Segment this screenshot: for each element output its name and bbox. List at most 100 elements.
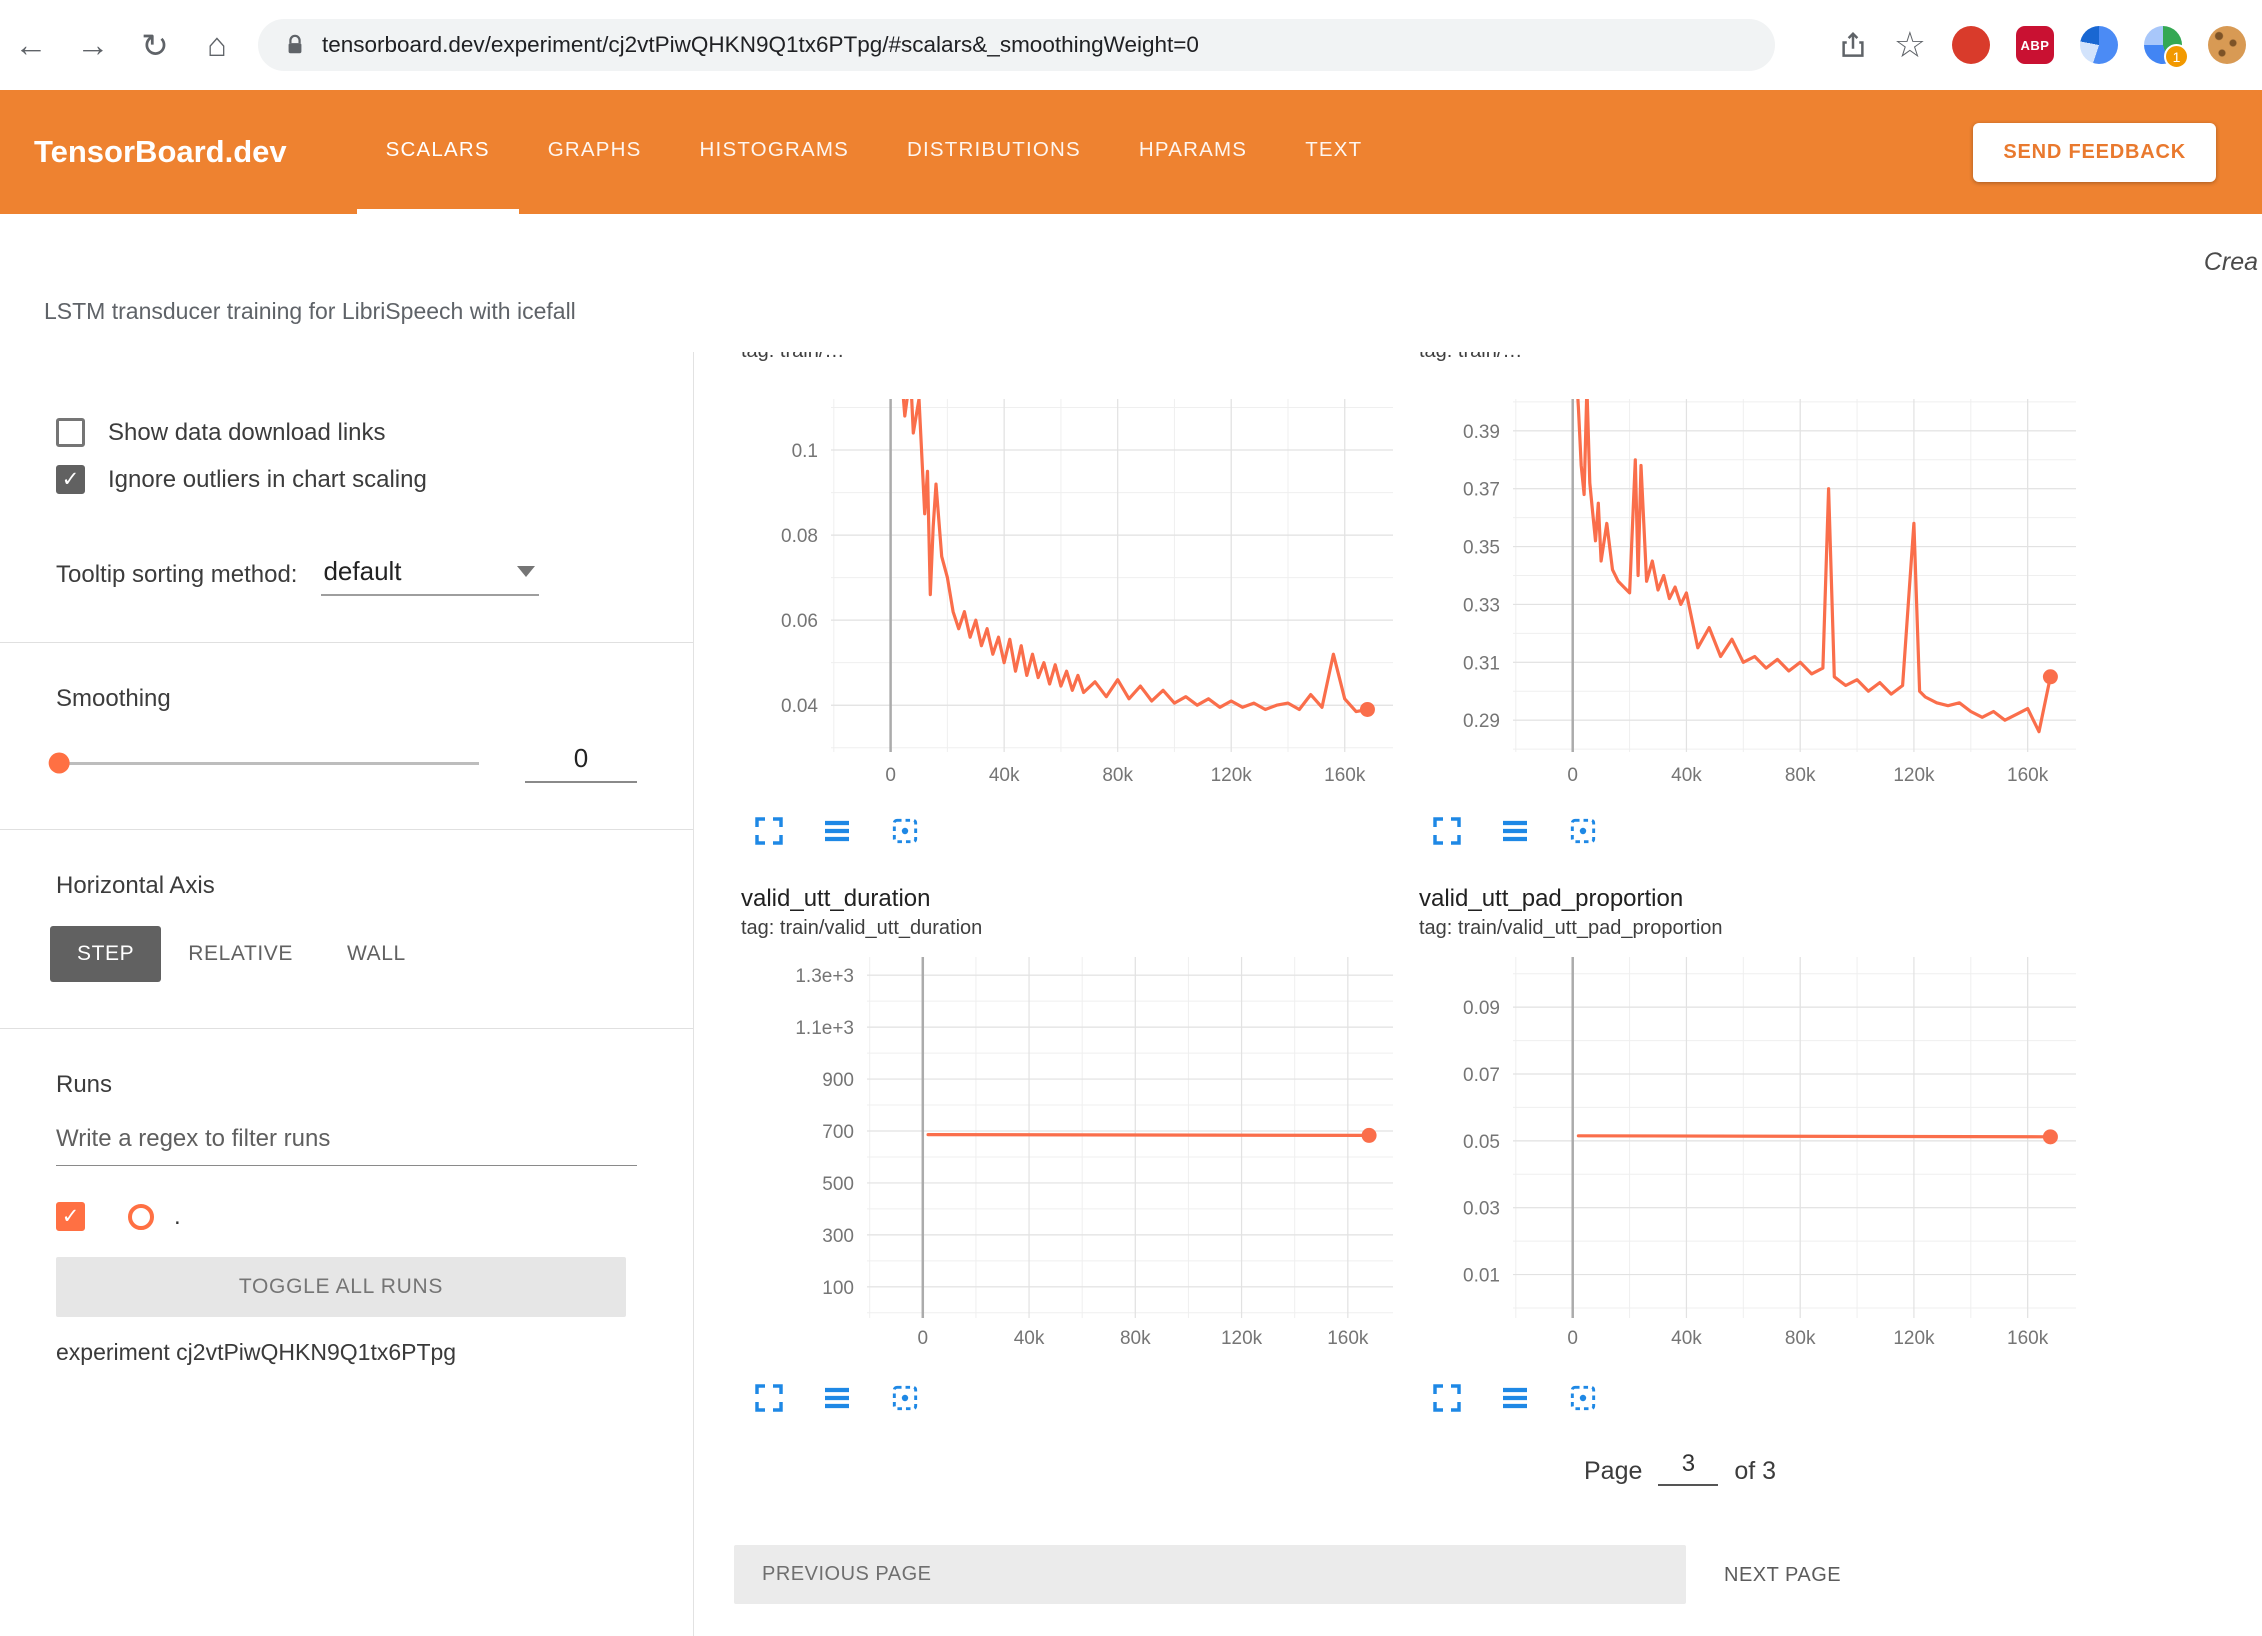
lines-icon[interactable] bbox=[821, 809, 853, 841]
expand-icon[interactable] bbox=[753, 1376, 785, 1408]
subheader: Crea LSTM transducer training for LibriS… bbox=[0, 214, 2262, 352]
cookie-icon[interactable] bbox=[2208, 26, 2246, 64]
tab-distributions[interactable]: DISTRIBUTIONS bbox=[878, 90, 1110, 214]
svg-text:0.33: 0.33 bbox=[1463, 595, 1500, 616]
checkbox-unchecked-icon[interactable]: ✓ bbox=[56, 418, 85, 447]
fit-domain-icon[interactable] bbox=[889, 809, 921, 841]
chart-card: valid_utt_duration tag: train/valid_utt_… bbox=[741, 884, 1401, 1408]
experiment-caption: experiment cj2vtPiwQHKN9Q1tx6PTpg bbox=[56, 1339, 693, 1366]
svg-text:0.07: 0.07 bbox=[1463, 1065, 1500, 1086]
axis-relative-button[interactable]: RELATIVE bbox=[161, 926, 320, 982]
chart-card: valid_utt_pad_proportion tag: train/vali… bbox=[1419, 884, 2079, 1408]
tab-hparams[interactable]: HPARAMS bbox=[1110, 90, 1276, 214]
svg-text:0.08: 0.08 bbox=[781, 526, 818, 547]
bookmark-star-icon[interactable]: ☆ bbox=[1894, 24, 1926, 66]
previous-page-button[interactable]: PREVIOUS PAGE bbox=[734, 1545, 1686, 1604]
show-download-links-checkbox-row[interactable]: ✓ Show data download links bbox=[56, 418, 693, 447]
scalar-chart[interactable]: 0.390.370.350.330.310.29040k80k120k160k bbox=[1419, 369, 2079, 799]
svg-text:0.03: 0.03 bbox=[1463, 1199, 1500, 1220]
chevron-down-icon bbox=[517, 566, 535, 577]
svg-text:500: 500 bbox=[822, 1174, 854, 1195]
toggle-all-runs-button[interactable]: TOGGLE ALL RUNS bbox=[56, 1257, 626, 1317]
share-icon[interactable] bbox=[1838, 30, 1868, 60]
adblock-extension-icon[interactable] bbox=[1952, 26, 1990, 64]
smoothing-value-input[interactable] bbox=[525, 743, 637, 783]
smoothing-label: Smoothing bbox=[56, 685, 693, 713]
lines-icon[interactable] bbox=[821, 1376, 853, 1408]
svg-text:0: 0 bbox=[1567, 765, 1578, 786]
axis-step-button[interactable]: STEP bbox=[50, 926, 161, 982]
chart-title: valid_utt_duration bbox=[741, 884, 1401, 914]
runs-label: Runs bbox=[56, 1071, 693, 1099]
chart-card: tag: train/… 0.10.080.060.04040k80k120k1… bbox=[741, 352, 1401, 841]
fit-domain-icon[interactable] bbox=[1567, 809, 1599, 841]
main-nav: SCALARS GRAPHS HISTOGRAMS DISTRIBUTIONS … bbox=[357, 90, 1392, 214]
svg-text:80k: 80k bbox=[1102, 765, 1133, 786]
divider bbox=[0, 642, 693, 643]
svg-text:0.29: 0.29 bbox=[1463, 711, 1500, 732]
avatar-badge: 1 bbox=[2164, 44, 2189, 69]
chart-tag: tag: train/valid_utt_duration bbox=[741, 916, 1401, 940]
experiment-title: LSTM transducer training for LibriSpeech… bbox=[44, 298, 576, 325]
checkbox-checked-icon[interactable]: ✓ bbox=[56, 465, 85, 494]
ignore-outliers-label: Ignore outliers in chart scaling bbox=[108, 466, 427, 494]
smoothing-slider-row bbox=[56, 743, 637, 783]
back-icon[interactable]: ← bbox=[0, 26, 62, 64]
svg-text:0: 0 bbox=[1567, 1328, 1578, 1349]
svg-text:160k: 160k bbox=[2007, 765, 2049, 786]
expand-icon[interactable] bbox=[1431, 809, 1463, 841]
expand-icon[interactable] bbox=[753, 809, 785, 841]
run-checkbox-icon[interactable]: ✓ bbox=[56, 1202, 85, 1231]
pagination: Page of 3 bbox=[1584, 1450, 1776, 1486]
chart-title: valid_utt_pad_proportion bbox=[1419, 884, 2079, 914]
lines-icon[interactable] bbox=[1499, 809, 1531, 841]
svg-text:120k: 120k bbox=[1211, 765, 1253, 786]
profile-avatar[interactable]: 1 bbox=[2144, 26, 2182, 64]
fit-domain-icon[interactable] bbox=[889, 1376, 921, 1408]
fit-domain-icon[interactable] bbox=[1567, 1376, 1599, 1408]
svg-text:160k: 160k bbox=[1327, 1328, 1369, 1349]
browser-toolbar: ← → ↻ ⌂ tensorboard.dev/experiment/cj2vt… bbox=[0, 0, 2262, 91]
run-row[interactable]: ✓ . bbox=[56, 1202, 693, 1231]
tab-histograms[interactable]: HISTOGRAMS bbox=[671, 90, 878, 214]
tab-scalars[interactable]: SCALARS bbox=[357, 90, 519, 214]
abp-extension-icon[interactable]: ABP bbox=[2016, 26, 2054, 64]
svg-text:40k: 40k bbox=[1671, 1328, 1702, 1349]
tab-text[interactable]: TEXT bbox=[1276, 90, 1391, 214]
home-icon[interactable]: ⌂ bbox=[186, 26, 248, 64]
tab-graphs[interactable]: GRAPHS bbox=[519, 90, 671, 214]
lines-icon[interactable] bbox=[1499, 1376, 1531, 1408]
ignore-outliers-checkbox-row[interactable]: ✓ Ignore outliers in chart scaling bbox=[56, 465, 693, 494]
scalar-chart[interactable]: 0.10.080.060.04040k80k120k160k bbox=[741, 369, 1401, 799]
svg-text:0.09: 0.09 bbox=[1463, 998, 1500, 1019]
chart-actions bbox=[753, 1376, 1401, 1408]
svg-text:1.3e+3: 1.3e+3 bbox=[795, 966, 854, 987]
scalar-chart[interactable]: 1.3e+31.1e+3900700500300100040k80k120k16… bbox=[741, 946, 1401, 1366]
chart-actions bbox=[1431, 1376, 2079, 1408]
runs-filter-input[interactable] bbox=[56, 1119, 637, 1166]
scalar-chart[interactable]: 0.090.070.050.030.01040k80k120k160k bbox=[1419, 946, 2079, 1366]
axis-wall-button[interactable]: WALL bbox=[320, 926, 433, 982]
page-of-label: of 3 bbox=[1734, 1457, 1776, 1486]
tooltip-sorting-label: Tooltip sorting method: bbox=[56, 561, 297, 596]
svg-text:0.05: 0.05 bbox=[1463, 1132, 1500, 1153]
chart-actions bbox=[753, 809, 1401, 841]
page-number-input[interactable] bbox=[1658, 1450, 1718, 1486]
next-page-button[interactable]: NEXT PAGE bbox=[1718, 1545, 1847, 1604]
forward-icon[interactable]: → bbox=[62, 26, 124, 64]
address-bar[interactable]: tensorboard.dev/experiment/cj2vtPiwQHKN9… bbox=[258, 19, 1775, 71]
tooltip-sorting-select[interactable]: default bbox=[321, 556, 539, 596]
blue-extension-icon[interactable] bbox=[2080, 26, 2118, 64]
svg-text:0.06: 0.06 bbox=[781, 611, 818, 632]
slider-thumb[interactable] bbox=[49, 753, 70, 774]
divider bbox=[0, 829, 693, 830]
reload-icon[interactable]: ↻ bbox=[124, 26, 186, 65]
smoothing-slider[interactable] bbox=[56, 762, 479, 765]
svg-text:100: 100 bbox=[822, 1278, 854, 1299]
svg-text:0.04: 0.04 bbox=[781, 696, 818, 717]
svg-text:900: 900 bbox=[822, 1070, 854, 1091]
expand-icon[interactable] bbox=[1431, 1376, 1463, 1408]
send-feedback-button[interactable]: SEND FEEDBACK bbox=[1973, 123, 2216, 182]
svg-text:300: 300 bbox=[822, 1226, 854, 1247]
lock-icon bbox=[284, 33, 306, 57]
